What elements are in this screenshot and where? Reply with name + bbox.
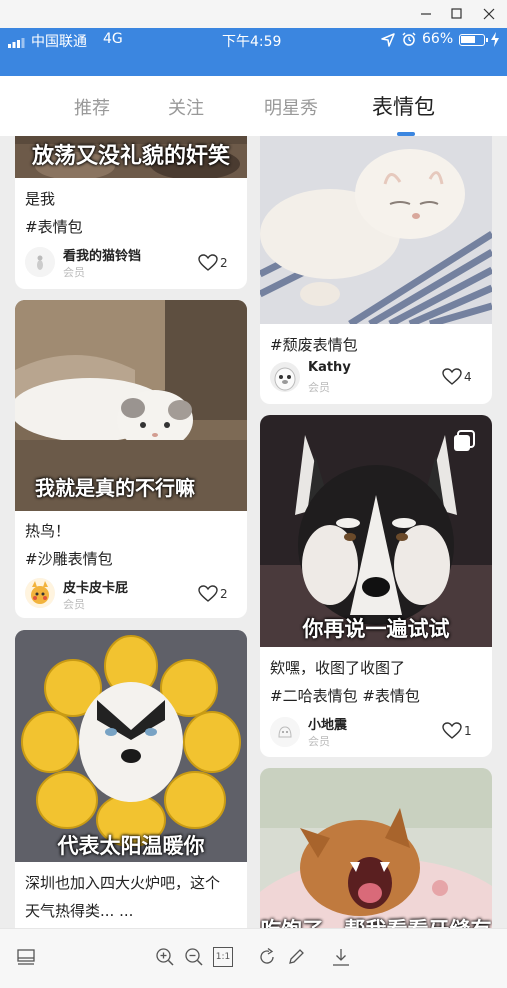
viewer-toolbar: 1:1 <box>0 928 507 988</box>
post-tags[interactable]: #颓废表情包 <box>270 334 358 355</box>
avatar[interactable] <box>25 247 55 277</box>
rotate-icon[interactable] <box>257 947 277 967</box>
post-card[interactable]: 吃饱了，帮我看看牙缝有 <box>260 768 492 928</box>
network-label: 4G <box>103 31 123 47</box>
post-card[interactable]: 你再说一遍试试 欸嘿，收图了收图了 #二哈表情包 #表情包 小地震 会员 1 <box>260 415 492 757</box>
zoom-out-icon[interactable] <box>184 947 204 967</box>
maximize-icon[interactable] <box>446 4 466 24</box>
post-image[interactable]: 代表太阳温暖你 <box>15 630 247 862</box>
charging-icon <box>491 32 499 47</box>
post-description: 热鸟！ <box>25 522 71 540</box>
sticker-feed[interactable]: 放荡又没礼貌的奸笑 是我 #表情包 看我的猫铃铛 会员 2 #颓废表情包 Kat… <box>0 136 507 928</box>
image-caption: 我就是真的不行嘛 <box>35 476 195 500</box>
close-icon[interactable] <box>479 4 499 24</box>
post-tags[interactable]: #二哈表情包 #表情包 <box>270 685 420 706</box>
tab-stickers[interactable]: 表情包 <box>372 91 435 121</box>
avatar[interactable] <box>270 717 300 747</box>
signal-icon <box>8 38 25 48</box>
image-caption: 代表太阳温暖你 <box>57 834 205 858</box>
post-card[interactable]: #颓废表情包 Kathy 会员 4 <box>260 136 492 404</box>
heart-icon[interactable] <box>442 368 462 386</box>
heart-icon[interactable] <box>198 585 218 603</box>
location-icon <box>381 33 395 47</box>
category-tabs: 推荐 关注 明星秀 表情包 <box>0 76 507 136</box>
member-badge: 会员 <box>308 735 330 748</box>
post-description: 欸嘿，收图了收图了 <box>270 659 406 677</box>
member-badge: 会员 <box>63 266 85 279</box>
avatar[interactable] <box>270 362 300 392</box>
minimize-icon[interactable] <box>416 4 436 24</box>
edit-icon[interactable] <box>286 947 306 967</box>
like-count: 2 <box>220 587 228 601</box>
alarm-icon <box>402 32 416 46</box>
post-image[interactable] <box>260 136 492 324</box>
battery-icon <box>459 34 488 46</box>
actual-size-icon[interactable]: 1:1 <box>213 947 233 967</box>
image-caption: 你再说一遍试试 <box>302 617 450 641</box>
member-badge: 会员 <box>63 598 85 611</box>
post-description-line2: 天气热得类... ... <box>25 902 134 920</box>
carrier-label: 中国联通 <box>31 34 87 50</box>
member-badge: 会员 <box>308 381 330 394</box>
window-titlebar <box>0 0 507 28</box>
post-image[interactable]: 放荡又没礼貌的奸笑 <box>15 136 247 178</box>
image-caption: 吃饱了，帮我看看牙缝有 <box>260 914 492 928</box>
post-image[interactable]: 我就是真的不行嘛 <box>15 300 247 511</box>
post-card[interactable]: 我就是真的不行嘛 热鸟！ #沙雕表情包 皮卡皮卡屁 会员 2 <box>15 300 247 618</box>
avatar[interactable] <box>25 578 55 608</box>
like-count: 2 <box>220 256 228 270</box>
battery-percent: 66% <box>422 31 454 47</box>
download-icon[interactable] <box>331 947 351 967</box>
author-name[interactable]: Kathy <box>308 360 351 375</box>
post-description: 深圳也加入四大火炉吧，这个 <box>25 874 221 892</box>
like-count: 4 <box>464 370 472 384</box>
status-time: 下午4:59 <box>222 34 282 50</box>
tab-recommend[interactable]: 推荐 <box>74 94 110 120</box>
author-name[interactable]: 皮卡皮卡屁 <box>63 577 128 596</box>
image-caption: 放荡又没礼貌的奸笑 <box>31 144 230 169</box>
heart-icon[interactable] <box>198 254 218 272</box>
author-name[interactable]: 看我的猫铃铛 <box>63 245 141 264</box>
post-tags[interactable]: #沙雕表情包 <box>25 548 113 569</box>
status-bar: 中国联通 4G 下午4:59 66% <box>0 28 507 76</box>
tab-celebrity[interactable]: 明星秀 <box>264 94 318 120</box>
post-description: 是我 <box>25 190 56 208</box>
heart-icon[interactable] <box>442 722 462 740</box>
author-name[interactable]: 小地震 <box>308 714 347 733</box>
post-card[interactable]: 放荡又没礼貌的奸笑 是我 #表情包 看我的猫铃铛 会员 2 <box>15 136 247 289</box>
zoom-in-icon[interactable] <box>155 947 175 967</box>
post-tags[interactable]: #表情包 <box>25 216 83 237</box>
tab-following[interactable]: 关注 <box>168 94 204 120</box>
post-image[interactable]: 吃饱了，帮我看看牙缝有 <box>260 768 492 928</box>
like-count: 1 <box>464 724 472 738</box>
multi-image-icon <box>454 430 475 451</box>
layout-icon[interactable] <box>16 947 36 967</box>
post-card[interactable]: 代表太阳温暖你 深圳也加入四大火炉吧，这个 天气热得类... ... <box>15 630 247 928</box>
